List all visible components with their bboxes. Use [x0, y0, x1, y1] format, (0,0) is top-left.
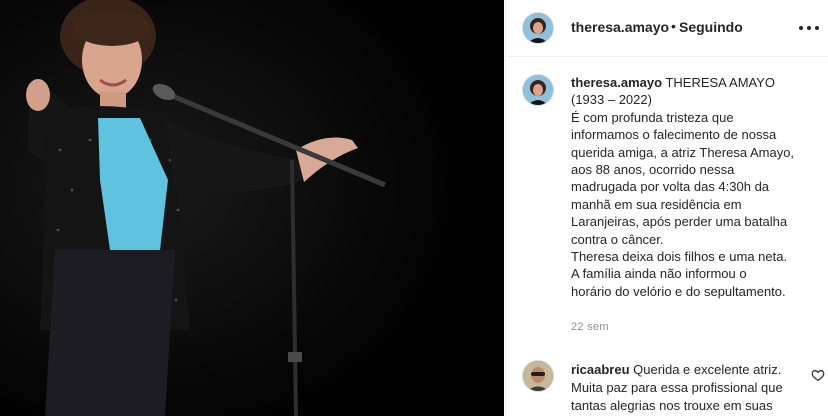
caption-line: (1933 – 2022) — [571, 92, 652, 108]
comment-line: Querida e excelente atriz. — [633, 362, 782, 377]
caption-line: horário do velório e do sepultamento. — [571, 283, 786, 299]
caption-line: Theresa deixa dois filhos e uma neta. — [571, 249, 788, 265]
comment-line: tantas alegrias nos trouxe em suas — [571, 398, 773, 413]
caption-line: querida amiga, a atriz Theresa Amayo, — [571, 144, 795, 160]
post-sidebar: theresa.amayo • Seguindo theresa.amayo T… — [505, 0, 828, 416]
caption-line: É com profunda tristeza que — [571, 109, 734, 125]
skirt — [45, 250, 175, 416]
commenter-avatar[interactable] — [522, 360, 554, 392]
heart-icon[interactable] — [811, 368, 825, 382]
commenter-username[interactable]: ricaabreu — [571, 362, 630, 377]
post-header: theresa.amayo • Seguindo — [506, 0, 828, 57]
caption-line: manhã em sua residência em — [571, 196, 742, 212]
caption-line: contra o câncer. — [571, 231, 664, 247]
post-image — [0, 0, 504, 416]
comment: ricaabreu Querida e excelente atriz. Mui… — [571, 361, 811, 415]
author-username[interactable]: theresa.amayo — [571, 19, 669, 35]
comment-line: Muita paz para essa profissional que — [571, 380, 783, 395]
caption-line: aos 88 anos, ocorrido nessa — [571, 162, 735, 178]
follow-status-button[interactable]: Seguindo — [679, 19, 743, 35]
post-caption: theresa.amayo THERESA AMAYO (1933 – 2022… — [571, 74, 816, 300]
separator-dot: • — [671, 18, 676, 34]
caption-author-avatar[interactable] — [522, 74, 554, 106]
post-timestamp[interactable]: 22 sem — [571, 321, 609, 333]
caption-line: Laranjeiras, após perder uma batalha — [571, 214, 788, 230]
caption-line: THERESA AMAYO — [665, 75, 776, 90]
caption-username[interactable]: theresa.amayo — [571, 75, 662, 90]
more-options-icon[interactable] — [799, 20, 819, 36]
author-avatar[interactable] — [522, 12, 554, 44]
caption-line: A família ainda não informou o — [571, 266, 747, 282]
post-photo[interactable] — [0, 0, 504, 416]
caption-line: informamos o falecimento de nossa — [571, 127, 777, 143]
caption-line: madrugada por volta das 4:30h da — [571, 179, 770, 195]
